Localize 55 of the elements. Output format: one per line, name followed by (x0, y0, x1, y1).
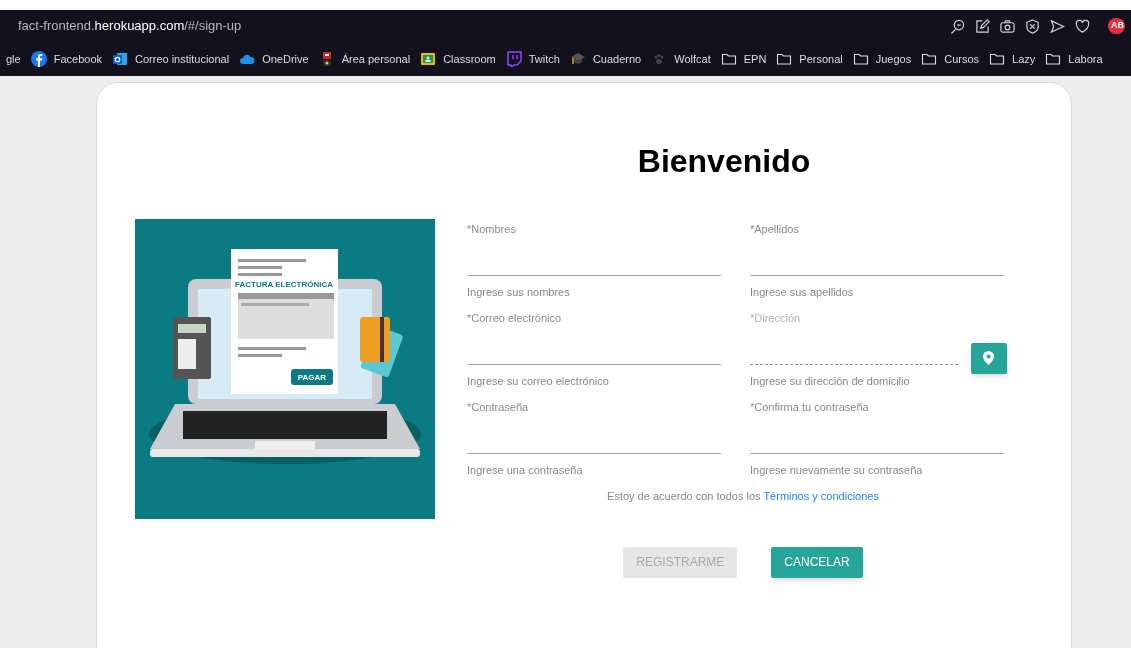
bookmark-link[interactable]: Wolfcat (674, 50, 711, 68)
address-bar-url[interactable]: fact-frontend.herokuapp.com/#/sign-up (18, 16, 242, 36)
bookmark-link[interactable]: gle (6, 50, 21, 68)
bookmark-link[interactable]: OneDrive (262, 50, 309, 68)
classroom-icon (420, 51, 437, 67)
folder-icon (989, 51, 1006, 67)
folder-icon (921, 51, 938, 67)
folder-icon (852, 51, 869, 67)
chat-bubble-icon (505, 51, 522, 67)
field-label: *Confirma tu contraseña (750, 400, 870, 415)
bookmark-link[interactable]: Juegos (875, 50, 912, 68)
field-label: *Dirección (750, 311, 802, 326)
welcome-heading: Bienvenido (636, 142, 812, 181)
bookmark-link[interactable]: Área personal (341, 50, 411, 68)
shield-x-icon[interactable] (1025, 18, 1040, 34)
map-pin-icon (983, 351, 995, 365)
map-pin-button[interactable] (970, 342, 1007, 374)
field-helper-text: Ingrese sus apellidos (750, 284, 855, 300)
bookmark-link[interactable]: Lazy (1012, 50, 1036, 68)
terms-link[interactable]: Términos y condiciones (763, 490, 879, 502)
heart-icon[interactable] (1075, 18, 1090, 34)
credit-cards-drawing (360, 317, 404, 378)
bookmark-link[interactable]: Personal (799, 50, 843, 68)
field-label: *Contraseña (467, 400, 530, 415)
folder-icon (1045, 51, 1062, 67)
folder-icon (720, 51, 737, 67)
field-helper-text: Ingrese su correo electrónico (467, 373, 610, 389)
document-title: FACTURA ELECTRÓNICA (235, 280, 333, 289)
camera-icon[interactable] (1000, 18, 1015, 34)
folder-icon (776, 51, 793, 67)
zoom-out-icon[interactable] (950, 18, 965, 34)
edit-icon[interactable] (975, 18, 990, 34)
terms-text: Estoy de acuerdo con todos los Términos y condiciones (606, 489, 880, 504)
graduation-cap-icon (569, 51, 586, 67)
pay-button-drawing: PAGAR (291, 369, 333, 385)
field-label: *Nombres (467, 222, 517, 237)
bookmark-link[interactable]: Facebook (53, 50, 102, 68)
bookmark-link[interactable]: Classroom (443, 50, 496, 68)
bookmark-link[interactable]: Correo institucional (135, 50, 230, 68)
extension-badge[interactable]: AB (1108, 18, 1125, 34)
field-helper-text: Ingrese sus nombres (467, 284, 571, 300)
send-icon[interactable] (1050, 18, 1065, 34)
field-helper-text: Ingrese una contraseña (467, 462, 584, 478)
bookmark-link[interactable]: EPN (743, 50, 767, 68)
field-label: *Apellidos (750, 222, 800, 237)
bookmark-link[interactable]: Labora (1068, 50, 1103, 68)
field-helper-text: Ingrese su dirección de domicilio (750, 373, 911, 389)
bookmark-link[interactable]: Cursos (944, 50, 980, 68)
f-logo-icon (30, 51, 47, 67)
bookmark-link[interactable]: Twitch (528, 50, 560, 68)
calculator-drawing (173, 317, 211, 379)
field-label: *Correo electrónico (467, 311, 563, 326)
bookmark-link[interactable]: Cuaderno (592, 50, 642, 68)
mail-app-icon (112, 51, 128, 67)
field-helper-text: Ingrese nuevamente su contraseña (750, 462, 924, 478)
